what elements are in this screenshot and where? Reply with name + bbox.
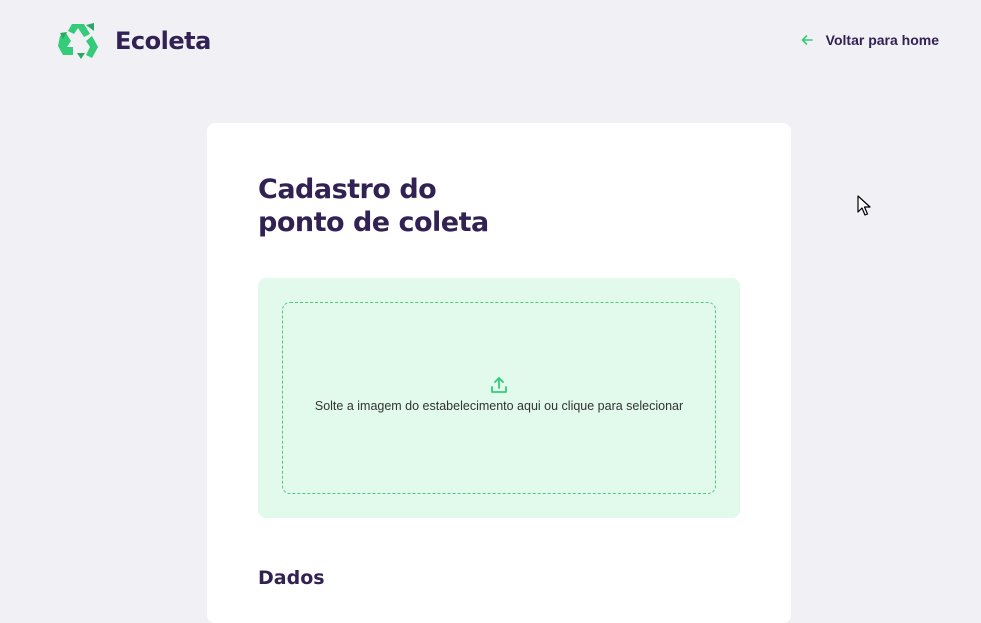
section-title-dados: Dados	[258, 567, 325, 589]
back-link-label: Voltar para home	[825, 32, 939, 48]
logo: Ecoleta	[57, 21, 211, 61]
brand-name: Ecoleta	[115, 27, 211, 55]
page-header: Ecoleta Voltar para home	[0, 0, 981, 84]
title-line-2: ponto de coleta	[258, 207, 489, 238]
image-dropzone[interactable]: Solte a imagem do estabelecimento aqui o…	[258, 278, 740, 518]
dropzone-area[interactable]: Solte a imagem do estabelecimento aqui o…	[282, 302, 716, 494]
form-card: Cadastro do ponto de coleta Solte a imag…	[207, 123, 791, 623]
title-line-1: Cadastro do	[258, 174, 437, 205]
arrow-left-icon	[801, 35, 813, 45]
back-to-home-link[interactable]: Voltar para home	[800, 32, 939, 48]
dropzone-text: Solte a imagem do estabelecimento aqui o…	[314, 399, 684, 413]
upload-icon	[491, 377, 507, 393]
recycle-icon	[58, 23, 98, 59]
mouse-cursor-icon	[857, 195, 871, 216]
page-title: Cadastro do ponto de coleta	[258, 173, 518, 239]
